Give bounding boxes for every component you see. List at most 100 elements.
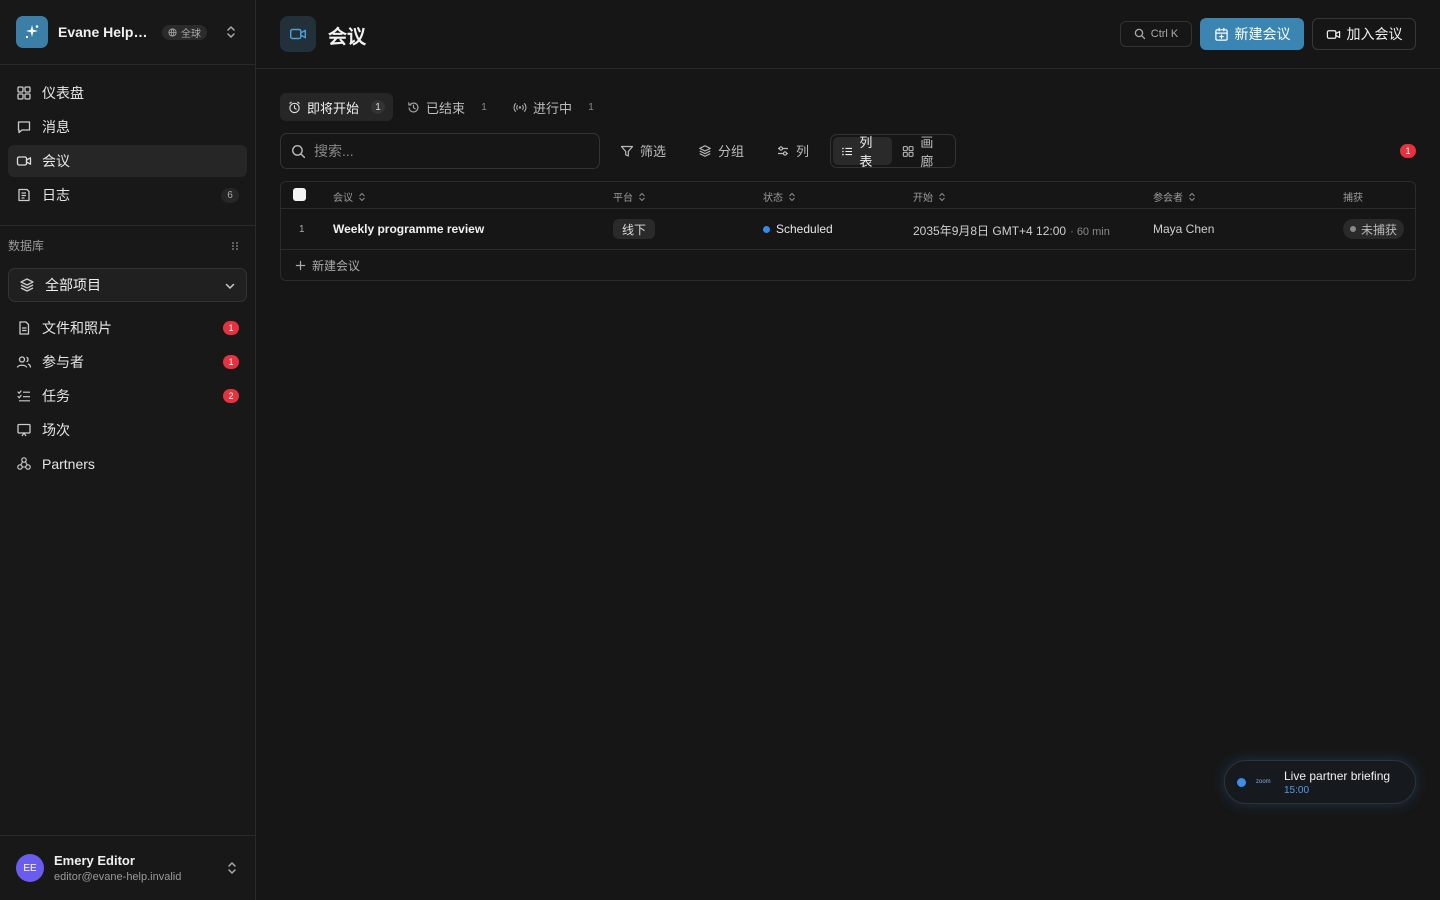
start-datetime: 2035年9月8日 GMT+4 12:00	[913, 224, 1067, 238]
nav-item-files-photos[interactable]: 文件和照片 1	[8, 312, 247, 344]
log-book-icon	[18, 188, 30, 202]
file-icon	[19, 321, 30, 335]
checklist-icon	[17, 390, 30, 402]
view-switcher: 列表 画廊	[830, 134, 956, 169]
join-meeting-button[interactable]: 加入会议	[1312, 18, 1416, 50]
nav-item-partners[interactable]: Partners	[8, 448, 247, 480]
dashboard-icon	[17, 86, 31, 100]
column-header-meeting[interactable]: 会议	[333, 189, 366, 204]
nav-label: 场次	[42, 422, 70, 438]
project-select[interactable]: 全部项目	[8, 268, 247, 302]
column-header-attendees[interactable]: 参会者	[1153, 189, 1196, 204]
workspace-switcher[interactable]: Evane Help Center 全球	[0, 0, 255, 65]
search-icon	[292, 144, 306, 158]
add-meeting-row-button[interactable]: 新建会议	[281, 250, 1415, 280]
chevron-up-down-icon[interactable]	[225, 860, 239, 876]
table-toolbar: 筛选 分组 列 列表 画廊 1	[280, 133, 1416, 169]
page-title: 会议	[328, 27, 367, 48]
nav-item-messages[interactable]: 消息	[8, 111, 247, 143]
globe-icon	[168, 27, 177, 37]
sort-icon	[789, 192, 795, 201]
sort-icon	[1189, 192, 1195, 201]
column-header-capture[interactable]: 捕获	[1343, 189, 1363, 204]
video-camera-icon	[16, 156, 32, 166]
live-meeting-toast[interactable]: zoom Live partner briefing 15:00	[1224, 760, 1416, 804]
sliders-icon	[778, 145, 788, 156]
tab-upcoming[interactable]: 即将开始 1	[280, 93, 394, 121]
tab-label: 进行中	[533, 100, 573, 116]
duration: · 60 min	[1070, 226, 1110, 238]
row-number: 1	[299, 224, 305, 235]
nav-label: 会议	[42, 153, 70, 169]
filter-button[interactable]: 筛选	[620, 141, 666, 160]
table-row[interactable]: 1 Weekly programme review 线下 Scheduled 2…	[281, 209, 1415, 250]
toast-text: Live partner briefing 15:00	[1284, 769, 1390, 796]
history-icon	[408, 101, 419, 112]
avatar: EE	[16, 854, 44, 882]
search-input[interactable]	[314, 143, 574, 159]
platform-chip: 线下	[613, 219, 656, 239]
attendee-name: Maya Chen	[1153, 222, 1215, 236]
tab-ended[interactable]: 已结束 1	[399, 93, 499, 121]
add-row-label: 新建会议	[312, 258, 361, 273]
nav-label: 消息	[42, 119, 70, 135]
shortcut-label: Ctrl K	[1150, 28, 1179, 40]
tab-label: 已结束	[426, 100, 466, 116]
grid-icon	[902, 145, 914, 157]
notification-badge: 2	[223, 389, 239, 403]
search-box[interactable]	[280, 133, 600, 169]
command-search-button[interactable]: Ctrl K	[1120, 21, 1192, 47]
nav-item-meetings[interactable]: 会议	[8, 145, 247, 177]
new-meeting-button[interactable]: 新建会议	[1200, 18, 1304, 50]
video-camera-icon	[280, 16, 316, 52]
group-button[interactable]: 分组	[698, 141, 744, 160]
drag-handle-icon[interactable]	[231, 241, 239, 251]
column-label: 开始	[913, 193, 933, 204]
nav-item-sessions[interactable]: 场次	[8, 414, 247, 446]
sidebar: Evane Help Center 全球 仪表盘 消息 会议 日志	[0, 0, 256, 900]
broadcast-icon	[513, 102, 527, 112]
table-header: 会议 平台 状态 开始 参会者 捕获	[281, 182, 1415, 209]
join-meeting-label: 加入会议	[1346, 26, 1403, 42]
column-header-status[interactable]: 状态	[763, 189, 796, 204]
main-content: 会议 Ctrl K 新建会议 加入会议 即将开始 1 已结束 1 进行中 1 搜…	[256, 0, 1440, 900]
columns-button[interactable]: 列	[776, 141, 809, 160]
column-header-start[interactable]: 开始	[913, 189, 946, 204]
meeting-tabs: 即将开始 1 已结束 1 进行中 1	[280, 93, 606, 121]
layers-icon	[20, 278, 34, 292]
capture-dot	[1350, 226, 1356, 232]
project-select-value: 全部项目	[45, 277, 101, 293]
sort-icon	[939, 192, 945, 201]
nav-label: Partners	[42, 456, 95, 472]
notification-badge[interactable]: 1	[1400, 144, 1416, 158]
status-badge: Scheduled	[763, 222, 833, 236]
database-section-heading: 数据库	[0, 226, 255, 264]
user-menu[interactable]: EE Emery Editor editor@evane-help.invali…	[0, 835, 255, 900]
meetings-table: 会议 平台 状态 开始 参会者 捕获 1 Weekly programme re…	[280, 181, 1416, 281]
nav-item-tasks[interactable]: 任务 2	[8, 380, 247, 412]
view-list-label: 列表	[859, 135, 873, 169]
search-icon	[1134, 28, 1145, 40]
workspace-name: Evane Help Center	[58, 24, 150, 40]
tab-in-progress[interactable]: 进行中 1	[505, 93, 606, 121]
chevron-up-down-icon[interactable]	[224, 24, 238, 40]
nav-item-participants[interactable]: 参与者 1	[8, 346, 247, 378]
layers-icon	[699, 144, 711, 157]
sort-icon	[639, 192, 645, 201]
presentation-icon	[17, 423, 31, 437]
select-all-checkbox[interactable]	[293, 188, 306, 201]
meeting-title[interactable]: Weekly programme review	[333, 222, 484, 236]
user-email: editor@evane-help.invalid	[54, 871, 182, 883]
plus-icon	[295, 260, 306, 270]
app: Evane Help Center 全球 仪表盘 消息 会议 日志	[0, 0, 1440, 900]
group-label: 分组	[718, 144, 745, 159]
capture-label: 未捕获	[1361, 222, 1398, 237]
nav-item-dashboard[interactable]: 仪表盘	[8, 77, 247, 109]
column-header-platform[interactable]: 平台	[613, 189, 646, 204]
video-camera-icon	[1326, 29, 1340, 39]
notification-badge: 1	[223, 355, 239, 369]
view-list-button[interactable]: 列表	[833, 135, 892, 169]
view-gallery-button[interactable]: 画廊	[894, 135, 953, 169]
column-label: 参会者	[1153, 193, 1183, 204]
nav-item-logs[interactable]: 日志 6	[8, 179, 247, 211]
